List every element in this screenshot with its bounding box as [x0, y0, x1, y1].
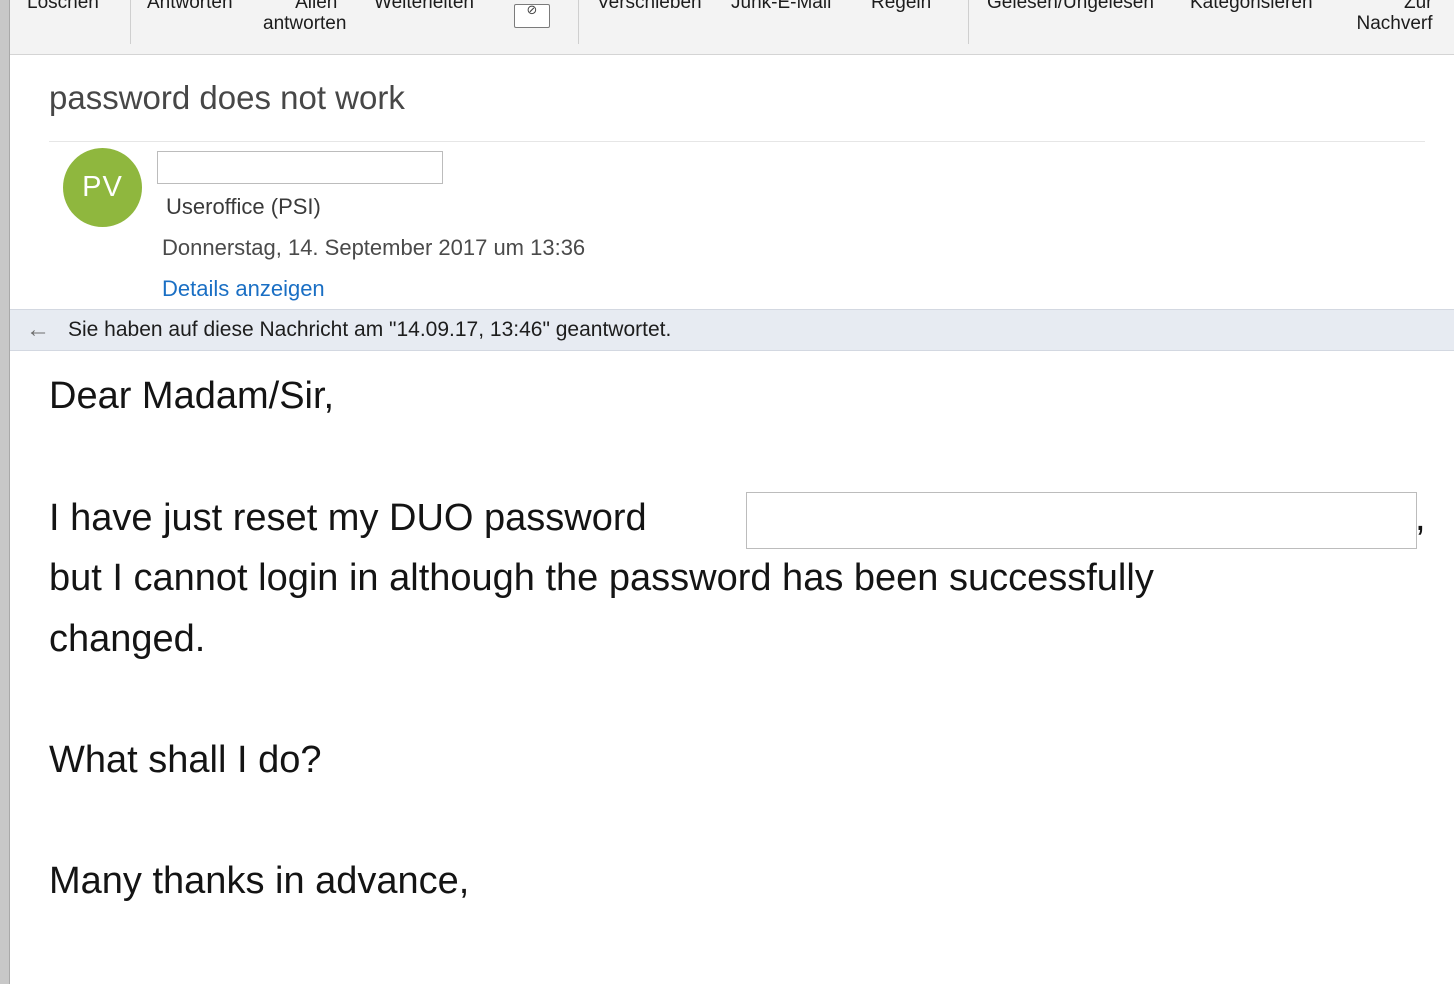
window-left-edge — [0, 0, 10, 984]
move-button[interactable]: Verschieben — [597, 0, 702, 14]
attachment-icon[interactable]: ⊘ — [514, 3, 550, 28]
body-comma: , — [1415, 497, 1426, 539]
reply-arrow-icon: ← — [26, 316, 50, 343]
sender-avatar: PV — [63, 148, 142, 227]
body-closing: Many thanks in advance, — [49, 860, 470, 902]
body-question: What shall I do? — [49, 739, 322, 781]
rules-button[interactable]: Regeln — [871, 0, 931, 14]
header-divider — [49, 141, 1425, 142]
toolbar-divider — [578, 0, 579, 44]
follow-up-label-line1: Zur — [1404, 0, 1433, 13]
reply-button[interactable]: Antworten — [147, 0, 233, 14]
categorize-button[interactable]: Kategorisieren — [1190, 0, 1313, 14]
redacted-password-box — [746, 492, 1417, 549]
show-details-link[interactable]: Details anzeigen — [162, 275, 325, 302]
message-date: Donnerstag, 14. September 2017 um 13:36 — [162, 235, 586, 260]
message-subject: password does not work — [49, 79, 405, 116]
body-greeting: Dear Madam/Sir, — [49, 375, 335, 417]
delete-button[interactable]: Löschen — [27, 0, 99, 14]
recipient-name: Useroffice (PSI) — [166, 194, 321, 219]
body-line-3: changed. — [49, 618, 206, 660]
reply-all-label-line1: Allen — [295, 0, 338, 13]
reply-all-button[interactable]: Allen antworten — [263, 0, 346, 35]
junk-mail-button[interactable]: Junk-E-Mail — [731, 0, 831, 14]
forward-button[interactable]: Weiterleiten — [374, 0, 474, 14]
body-line-1: I have just reset my DUO password — [49, 497, 647, 539]
read-unread-button[interactable]: Gelesen/Ungelesen — [987, 0, 1154, 14]
redacted-sender-name — [157, 151, 443, 184]
body-line-2: but I cannot login in although the passw… — [49, 557, 1154, 599]
follow-up-button[interactable]: Zur Nachverf — [1345, 0, 1433, 35]
replied-info-text: Sie haben auf diese Nachricht am "14.09.… — [68, 318, 672, 341]
toolbar-divider — [130, 0, 131, 44]
toolbar-divider — [968, 0, 969, 44]
replied-info-bar: ← Sie haben auf diese Nachricht am "14.0… — [10, 309, 1454, 351]
reply-all-label-line2: antworten — [263, 13, 347, 34]
mail-toolbar: Löschen Antworten Allen antworten Weiter… — [10, 0, 1454, 55]
follow-up-label-line2: Nachverf — [1356, 13, 1433, 34]
